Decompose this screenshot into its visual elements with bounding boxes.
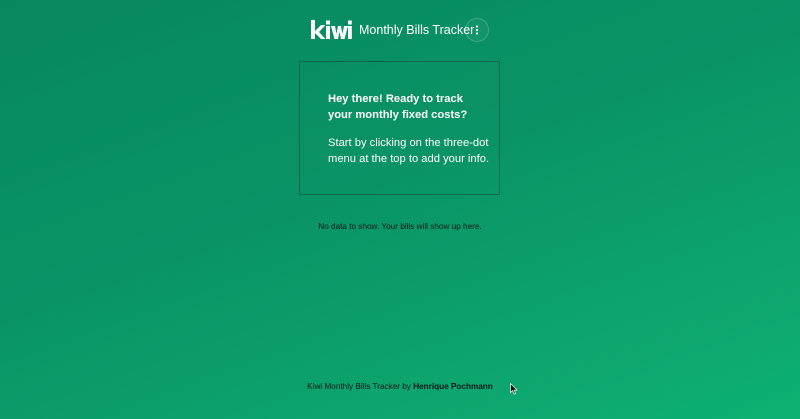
footer-author-link[interactable]: Henrique Pochmann <box>413 382 493 391</box>
empty-state-message: No data to show. Your bills will show up… <box>318 222 482 231</box>
welcome-card: Hey there! Ready to track your monthly f… <box>299 61 500 195</box>
welcome-instructions: Start by clicking on the three-dot menu … <box>328 137 490 165</box>
app-title: Monthly Bills Tracker <box>359 23 475 37</box>
footer-credit: Kiwi Monthly Bills Tracker by <box>307 382 411 391</box>
welcome-heading: Hey there! Ready to track your monthly f… <box>328 93 468 121</box>
footer: Kiwi Monthly Bills Tracker by Henrique P… <box>0 382 800 391</box>
more-options-button[interactable] <box>465 18 489 42</box>
mouse-cursor-icon <box>510 383 518 395</box>
app-header: Monthly Bills Tracker <box>0 18 800 44</box>
more-vertical-icon <box>475 25 479 35</box>
kiwi-logo <box>311 20 352 39</box>
